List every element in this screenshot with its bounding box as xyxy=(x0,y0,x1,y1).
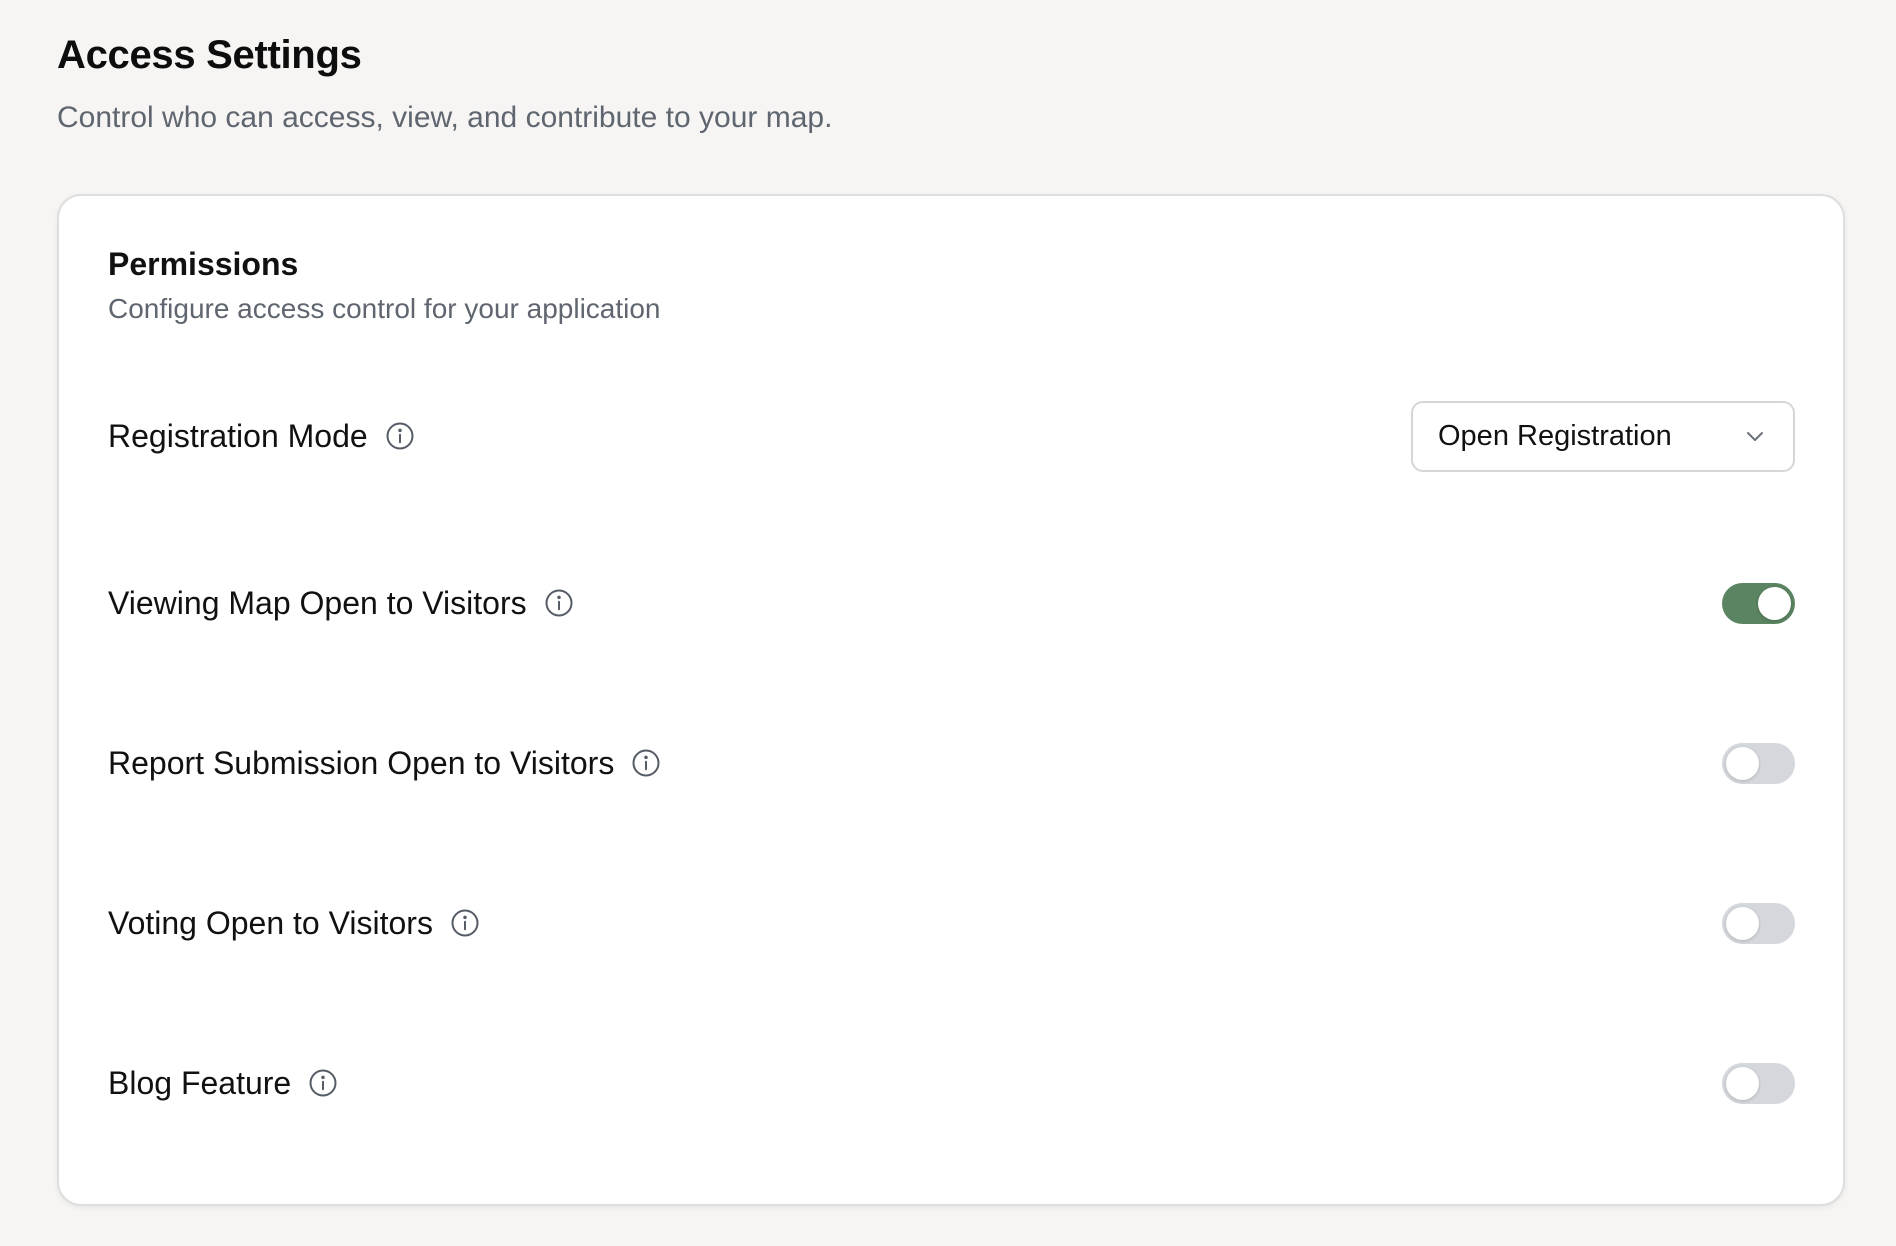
page-subtitle: Control who can access, view, and contri… xyxy=(57,101,833,134)
viewing-map-toggle[interactable] xyxy=(1722,582,1795,624)
setting-row-viewing-map: Viewing Map Open to Visitors xyxy=(108,568,1795,638)
voting-toggle[interactable] xyxy=(1722,902,1795,944)
setting-label: Blog Feature xyxy=(108,1065,292,1101)
info-icon[interactable] xyxy=(450,908,480,938)
select-value: Open Registration xyxy=(1438,419,1672,452)
setting-label: Report Submission Open to Visitors xyxy=(108,745,615,781)
setting-label: Voting Open to Visitors xyxy=(108,905,433,941)
setting-label: Viewing Map Open to Visitors xyxy=(108,585,527,621)
permissions-card: Permissions Configure access control for… xyxy=(57,194,1845,1206)
chevron-down-icon xyxy=(1743,424,1767,448)
card-title: Permissions xyxy=(108,246,299,282)
card-subtitle: Configure access control for your applic… xyxy=(108,293,661,324)
setting-label-group: Blog Feature xyxy=(108,1063,338,1103)
toggle-knob xyxy=(1726,906,1759,940)
setting-label-group: Viewing Map Open to Visitors xyxy=(108,583,574,623)
card-header: Permissions Configure access control for… xyxy=(108,242,661,328)
setting-label: Registration Mode xyxy=(108,418,368,454)
info-icon[interactable] xyxy=(544,588,574,618)
info-icon[interactable] xyxy=(385,421,415,451)
blog-feature-toggle[interactable] xyxy=(1722,1062,1795,1104)
toggle-knob xyxy=(1758,586,1791,620)
setting-label-group: Voting Open to Visitors xyxy=(108,903,480,943)
setting-row-report-submission: Report Submission Open to Visitors xyxy=(108,728,1795,798)
toggle-knob xyxy=(1726,1066,1759,1100)
registration-mode-select[interactable]: Open Registration xyxy=(1411,400,1795,472)
setting-label-group: Report Submission Open to Visitors xyxy=(108,743,661,783)
page-title: Access Settings xyxy=(57,33,362,77)
setting-label-group: Registration Mode xyxy=(108,416,415,456)
toggle-knob xyxy=(1726,746,1759,780)
report-submission-toggle[interactable] xyxy=(1722,742,1795,784)
setting-row-voting: Voting Open to Visitors xyxy=(108,888,1795,958)
setting-row-blog-feature: Blog Feature xyxy=(108,1048,1795,1118)
page-header: Access Settings Control who can access, … xyxy=(57,30,1847,138)
setting-row-registration-mode: Registration Mode Open Registration xyxy=(108,399,1795,473)
info-icon[interactable] xyxy=(631,748,661,778)
info-icon[interactable] xyxy=(308,1068,338,1098)
